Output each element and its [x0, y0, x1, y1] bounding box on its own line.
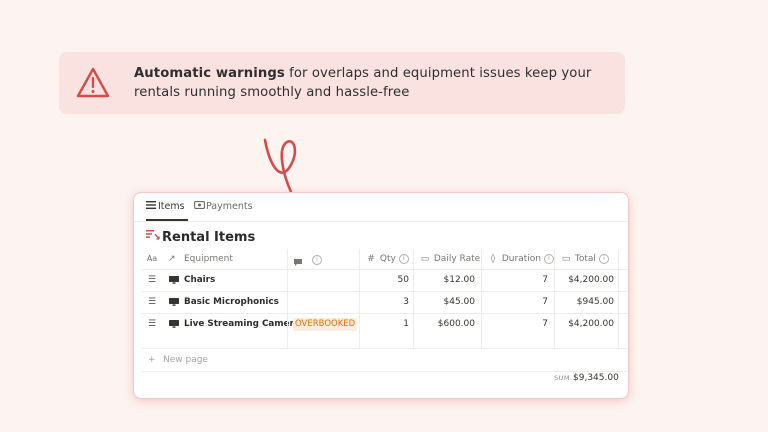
database-table: Aa ↗ Equipment i # Qty i ▭ Daily Rate ◊ D… — [142, 249, 628, 383]
new-page-label: New page — [163, 355, 208, 365]
table-row[interactable]: ☰ Live Streaming Cameras OVERBOOKED 1 $6… — [142, 314, 628, 349]
tab-items[interactable]: Items — [146, 201, 188, 221]
total-cell[interactable]: $4,200.00 — [554, 270, 618, 291]
info-icon: i — [598, 253, 609, 264]
money-icon: ▭ — [561, 254, 571, 264]
database-title[interactable]: Rental Items — [146, 230, 255, 245]
rate-cell[interactable]: $12.00 — [413, 270, 481, 291]
warning-triangle-icon — [76, 67, 110, 98]
banner-bold-text: Automatic warnings — [134, 66, 285, 81]
total-cell[interactable]: $945.00 — [554, 292, 618, 313]
relation-icon: ↗ — [168, 254, 176, 264]
total-sum[interactable]: SUM $9,345.00 — [554, 373, 619, 383]
rental-database-card: Items Payments Rental Items Aa ↗ Equipme… — [134, 193, 628, 398]
total-value: $4,200.00 — [568, 319, 614, 329]
row-end — [618, 270, 628, 291]
rate-cell[interactable]: $600.00 — [413, 314, 481, 348]
duration-header-label: Duration — [501, 254, 541, 264]
bullet-list-icon: ☰ — [148, 319, 157, 329]
monitor-icon — [169, 298, 179, 306]
bullet-list-icon: ☰ — [148, 297, 157, 307]
new-page-button[interactable]: + New page — [142, 349, 628, 372]
table-header: Aa ↗ Equipment i # Qty i ▭ Daily Rate ◊ D… — [142, 249, 628, 270]
warning-cell[interactable]: OVERBOOKED — [287, 314, 359, 348]
column-duration[interactable]: ◊ Duration i — [481, 249, 554, 269]
qty-cell[interactable]: 50 — [359, 270, 413, 291]
equipment-cell[interactable]: ☰ Chairs — [142, 270, 287, 291]
column-end — [618, 249, 628, 269]
column-equipment[interactable]: Aa ↗ Equipment — [142, 249, 287, 269]
total-header-label: Total — [574, 254, 596, 264]
warning-cell[interactable] — [287, 292, 359, 313]
rate-cell[interactable]: $45.00 — [413, 292, 481, 313]
info-icon: i — [312, 255, 322, 265]
money-icon: ▭ — [420, 254, 430, 264]
qty-cell[interactable]: 1 — [359, 314, 413, 348]
tab-items-label: Items — [158, 201, 185, 212]
database-title-label: Rental Items — [162, 230, 256, 245]
tab-payments[interactable]: Payments — [194, 201, 253, 221]
plus-icon: + — [148, 355, 156, 365]
info-icon: i — [398, 253, 409, 264]
equipment-name: Chairs — [184, 275, 216, 285]
sum-value: $9,345.00 — [573, 373, 619, 383]
total-cell[interactable]: $4,200.00 — [554, 314, 618, 348]
rate-value: $600.00 — [437, 319, 475, 329]
duration-value: 7 — [542, 319, 548, 329]
column-qty[interactable]: # Qty i — [359, 249, 413, 269]
money-icon — [194, 201, 206, 212]
warning-cell[interactable] — [287, 270, 359, 291]
list-sorting-icon — [146, 230, 162, 245]
bullet-list-icon: ☰ — [148, 275, 157, 285]
list-icon — [146, 201, 158, 212]
equipment-header-label: Equipment — [184, 254, 233, 264]
qty-cell[interactable]: 3 — [359, 292, 413, 313]
table-row[interactable]: ☰ Chairs 50 $12.00 7 $4,200.00 — [142, 270, 628, 292]
number-icon: # — [367, 254, 375, 264]
row-end — [618, 314, 628, 348]
view-tabs: Items Payments — [134, 193, 628, 222]
tab-payments-label: Payments — [206, 201, 253, 212]
table-row[interactable]: ☰ Basic Microphonics 3 $45.00 7 $945.00 — [142, 292, 628, 314]
info-icon: i — [543, 253, 554, 264]
column-daily-rate[interactable]: ▭ Daily Rate — [413, 249, 481, 269]
monitor-icon — [169, 276, 179, 284]
monitor-icon — [169, 320, 179, 328]
sum-label: SUM — [554, 374, 570, 382]
qty-value: 1 — [403, 319, 409, 329]
row-end — [618, 292, 628, 313]
text-type-icon: Aa — [146, 254, 158, 263]
duration-cell[interactable]: 7 — [481, 270, 554, 291]
banner-message: Automatic warnings for overlaps and equi… — [134, 64, 614, 102]
overbooked-badge: OVERBOOKED — [293, 318, 358, 331]
equipment-cell[interactable]: ☰ Live Streaming Cameras — [142, 314, 305, 348]
daily-rate-header-label: Daily Rate — [433, 254, 481, 264]
qty-header-label: Qty — [379, 254, 396, 264]
equipment-name: Basic Microphonics — [184, 297, 279, 307]
column-warning[interactable]: i — [287, 249, 359, 269]
stopwatch-icon: ◊ — [490, 254, 496, 264]
equipment-cell[interactable]: ☰ Basic Microphonics — [142, 292, 287, 313]
warning-banner: Automatic warnings for overlaps and equi… — [59, 52, 625, 114]
duration-cell[interactable]: 7 — [481, 314, 554, 348]
duration-cell[interactable]: 7 — [481, 292, 554, 313]
column-total[interactable]: ▭ Total i — [554, 249, 618, 269]
